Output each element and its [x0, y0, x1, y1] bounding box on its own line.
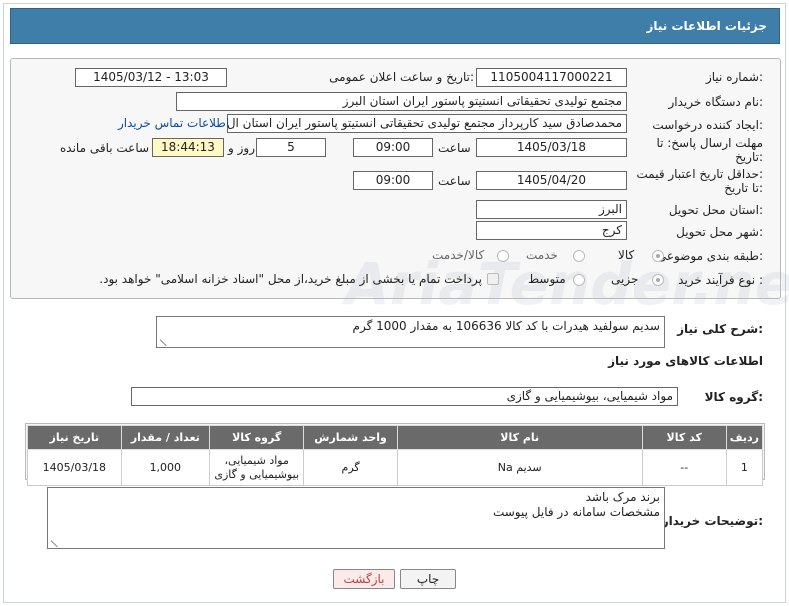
buyer-notes-line: برند مرک باشد	[585, 490, 660, 504]
purchase-type-option-minor: جزیی	[611, 272, 639, 286]
remaining-time-label: ساعت باقی مانده	[60, 141, 150, 155]
cell-name: سدیم Na	[396, 449, 643, 486]
announce-datetime-field: 1405/03/12 - 13:03	[75, 68, 227, 87]
price-validity-label-2: تا تاریخ:	[724, 181, 763, 195]
col-need-date: تاریخ نیاز	[27, 425, 122, 450]
summary-text: سدیم سولفید هیدرات با کد کالا 106636 به …	[352, 319, 660, 333]
treasury-payment-note: پرداخت تمام یا بخشی از مبلغ خرید،از محل …	[99, 272, 482, 286]
cell-quantity: 1,000	[120, 449, 210, 486]
need-number-label: شماره نیاز:	[705, 70, 763, 84]
cell-unit: گرم	[303, 449, 398, 486]
cell-code: --	[641, 449, 727, 486]
buyer-notes-line: مشخصات سامانه در فایل پیوست	[492, 505, 660, 519]
col-name: نام کالا	[396, 425, 643, 450]
goods-group-field: مواد شیمیایی، بیوشیمیایی و گازی	[131, 387, 678, 406]
price-validity-time-field: 09:00	[353, 171, 433, 190]
cell-need-date: 1405/03/18	[27, 449, 122, 486]
purchase-type-radio-medium[interactable]	[573, 274, 585, 286]
reply-deadline-label: مهلت ارسال پاسخ: تا	[656, 136, 763, 150]
category-radio-goods-service[interactable]	[497, 250, 509, 262]
remaining-days-field: 5	[256, 138, 326, 157]
treasury-payment-checkbox[interactable]	[487, 273, 499, 285]
summary-label: شرح کلی نیاز:	[677, 322, 763, 336]
category-radio-service[interactable]	[573, 250, 585, 262]
days-label: روز و	[228, 141, 255, 155]
requester-label: ایجاد کننده درخواست:	[652, 118, 763, 132]
reply-deadline-time-label: ساعت	[438, 141, 471, 155]
category-radio-goods[interactable]	[652, 250, 664, 262]
category-option-goods: کالا	[618, 248, 635, 262]
category-label: طبقه بندی موضوعی:	[656, 249, 763, 263]
buyer-notes-resize-handle[interactable]	[50, 540, 58, 548]
buyer-org-label: نام دستگاه خریدار:	[668, 95, 764, 109]
items-table: ردیف کد کالا نام کالا واحد شمارش گروه کا…	[27, 425, 764, 486]
summary-resize-handle[interactable]	[159, 339, 167, 347]
delivery-city-label: شهر محل تحویل:	[676, 225, 763, 239]
price-validity-date-field: 1405/04/20	[476, 171, 627, 190]
delivery-province-label: استان محل تحویل:	[668, 203, 763, 217]
cell-row: 1	[725, 449, 764, 486]
announce-datetime-label: تاریخ و ساعت اعلان عمومی:	[329, 70, 474, 84]
need-number-field: 1105004117000221	[476, 68, 627, 87]
reply-deadline-label-2: تاریخ:	[735, 150, 763, 164]
items-table-header: ردیف کد کالا نام کالا واحد شمارش گروه کا…	[27, 425, 764, 450]
cell-group: مواد شیمیایی، بیوشیمیایی و گازی	[208, 449, 305, 486]
reply-deadline-time-field: 09:00	[353, 138, 433, 157]
goods-group-label: گروه کالا:	[704, 390, 763, 404]
reply-deadline-date-field: 1405/03/18	[476, 138, 627, 157]
purchase-type-radio-minor[interactable]	[652, 274, 664, 286]
back-button[interactable]: بازگشت	[333, 569, 395, 589]
print-button[interactable]: چاپ	[400, 569, 456, 589]
purchase-type-option-medium: متوسط	[528, 272, 566, 286]
requester-field: محمدصادق سید کارپرداز مجتمع تولیدی تحقیق…	[227, 114, 627, 133]
price-validity-label: حداقل تاریخ اعتبار قیمت:	[636, 167, 763, 181]
summary-textarea[interactable]: سدیم سولفید هیدرات با کد کالا 106636 به …	[156, 316, 665, 348]
goods-info-title: اطلاعات کالاهای مورد نیاز	[608, 354, 763, 368]
page-title: جزئیات اطلاعات نیاز	[10, 8, 780, 44]
remaining-time-field: 18:44:13	[152, 138, 224, 157]
buyer-contact-link[interactable]: اطلاعات تماس خریدار	[118, 116, 229, 130]
buyer-notes-label: توضیحات خریدار:	[661, 514, 763, 528]
category-option-service: خدمت	[526, 248, 558, 262]
category-option-goods-service: کالا/خدمت	[432, 248, 485, 262]
col-quantity: تعداد / مقدار	[120, 425, 210, 450]
delivery-province-field: البرز	[476, 200, 627, 219]
col-row: ردیف	[725, 425, 764, 450]
price-validity-time-label: ساعت	[438, 174, 471, 188]
buyer-notes-textarea[interactable]: برند مرک باشد مشخصات سامانه در فایل پیوس…	[47, 487, 665, 549]
buyer-org-field: مجتمع تولیدی تحقیقاتی انستیتو پاستور ایر…	[176, 92, 627, 111]
delivery-city-field: کرج	[476, 221, 627, 240]
col-unit: واحد شمارش	[303, 425, 398, 450]
col-group: گروه کالا	[208, 425, 305, 450]
col-code: کد کالا	[641, 425, 727, 450]
table-row: 1 -- سدیم Na گرم مواد شیمیایی، بیوشیمیای…	[27, 449, 764, 486]
purchase-type-label: نوع فرآیند خرید :	[678, 273, 763, 287]
